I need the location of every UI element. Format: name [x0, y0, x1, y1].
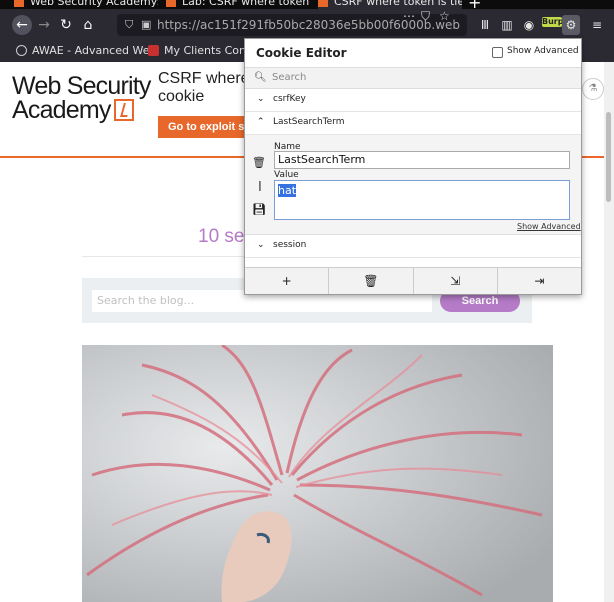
portswigger-icon	[166, 0, 176, 7]
cookie-name-field[interactable]: LastSearchTerm	[274, 151, 570, 169]
import-button[interactable]: ⇲	[414, 268, 498, 294]
cookie-editor-footer: + 🗑︎ ⇲ ⇥	[245, 267, 581, 294]
value-label: Value	[274, 170, 299, 180]
pink-hair-photo	[82, 345, 553, 602]
show-advanced-link[interactable]: Show Advanced	[517, 222, 581, 231]
portswigger-icon	[14, 0, 24, 7]
burp-extension-icon[interactable]: Burp	[542, 17, 563, 27]
show-advanced-label[interactable]: Show Advanced	[507, 46, 579, 56]
selected-value-text: hat	[278, 184, 297, 197]
scrollbar-thumb[interactable]	[606, 112, 611, 202]
reload-button[interactable]: ↻	[56, 15, 76, 35]
shield-icon: ⛉	[125, 18, 134, 31]
new-tab-button[interactable]: +	[468, 0, 481, 9]
cookie-name: LastSearchTerm	[273, 117, 345, 127]
cookie-name: csrfKey	[273, 94, 306, 104]
cookie-editor-extension-icon[interactable]: ⚙	[562, 15, 580, 35]
tab-label: CSRF where token is tied	[334, 0, 462, 8]
text-cursor-icon: I	[258, 180, 262, 195]
tab-label: Lab: CSRF where token is	[182, 0, 310, 8]
cookie-editor-header: Cookie Editor Show Advanced	[245, 39, 581, 67]
chevron-down-icon: ⌄	[257, 94, 265, 104]
lock-icon: ▣	[141, 18, 152, 31]
pocket-icon[interactable]: ⛉	[421, 9, 430, 24]
chevron-up-icon: ⌃	[257, 117, 265, 127]
add-cookie-button[interactable]: +	[245, 268, 330, 294]
search-icon: 🔍︎	[254, 72, 267, 83]
account-icon[interactable]: ◉	[520, 15, 538, 35]
blog-heading: 10 se	[198, 226, 245, 247]
library-icon[interactable]: Ⅲ	[476, 15, 494, 35]
tab-lab[interactable]: Lab: CSRF where token is ✕	[166, 0, 310, 9]
portswigger-icon	[318, 0, 328, 7]
cookie-name: session	[273, 240, 307, 250]
globe-icon	[16, 45, 27, 56]
tab-csrf-active[interactable]: CSRF where token is tied ✕	[318, 0, 462, 9]
back-button[interactable]: ←	[12, 15, 32, 35]
bookmark-awae[interactable]: AWAE - Advanced We...	[16, 44, 160, 57]
plus-icon: +	[281, 274, 292, 288]
tab-web-security-academy[interactable]: Web Security Academy: ✕	[14, 0, 158, 9]
cookie-row-lastsearchterm[interactable]: ⌃ LastSearchTerm	[245, 113, 581, 135]
show-advanced-checkbox[interactable]	[492, 47, 503, 58]
page-actions-icon[interactable]: ⋯	[403, 9, 415, 23]
page-scrollbar[interactable]	[604, 62, 614, 602]
go-to-exploit-server-button[interactable]: Go to exploit s	[158, 116, 248, 138]
tab-bar: Web Security Academy: ✕ Lab: CSRF where …	[0, 0, 614, 9]
clients-icon	[148, 45, 159, 56]
trash-icon: 🗑︎	[363, 274, 379, 288]
lab-title-line-1: CSRF where	[158, 70, 250, 87]
import-icon: ⇲	[450, 274, 461, 288]
cookie-row-session[interactable]: ⌄ session	[245, 236, 581, 258]
cookie-search-bar[interactable]: 🔍︎ Search	[245, 67, 581, 89]
forward-button[interactable]: →	[34, 15, 54, 35]
logo-line-1: Web Security	[12, 72, 151, 100]
cookie-search-input[interactable]: Search	[272, 72, 306, 83]
home-button[interactable]: ⌂	[78, 15, 98, 35]
lab-status-icon[interactable]: ⚗	[582, 78, 604, 100]
sidebar-icon[interactable]: ▥	[498, 15, 516, 35]
cookie-editor-title: Cookie Editor	[256, 46, 347, 60]
web-security-academy-logo[interactable]: Web Security Academy	[12, 72, 151, 124]
save-icon[interactable]: 💾︎	[252, 203, 266, 216]
cookie-editor-popup: Cookie Editor Show Advanced 🔍︎ Search ⌄ …	[244, 38, 582, 295]
cookie-value-field[interactable]: hat	[274, 180, 570, 220]
cookie-edit-form: 🗑︎ 💾︎ I Name LastSearchTerm Value hat Sh…	[245, 135, 581, 235]
tab-label: Web Security Academy:	[30, 0, 158, 8]
blog-post-image[interactable]	[82, 345, 553, 602]
cookie-row-csrfkey[interactable]: ⌄ csrfKey	[245, 90, 581, 112]
bookmark-star-icon[interactable]: ☆	[439, 9, 450, 23]
delete-all-button[interactable]: 🗑︎	[329, 268, 414, 294]
menu-icon[interactable]: ≡	[588, 15, 606, 35]
trash-icon[interactable]: 🗑︎	[252, 156, 266, 169]
bookmark-label: AWAE - Advanced We...	[32, 44, 160, 57]
export-button[interactable]: ⇥	[498, 268, 581, 294]
export-icon: ⇥	[534, 274, 545, 288]
lab-title-line-2: cookie	[158, 88, 205, 105]
logo-mark-icon	[113, 99, 134, 121]
lab-title: CSRF where cookie	[158, 70, 250, 106]
navigation-bar: ← → ↻ ⌂ ⛉ ▣ https://ac151f291fb50bc28036…	[0, 9, 614, 41]
chevron-down-icon: ⌄	[257, 240, 265, 250]
logo-line-2: Academy	[12, 96, 111, 124]
